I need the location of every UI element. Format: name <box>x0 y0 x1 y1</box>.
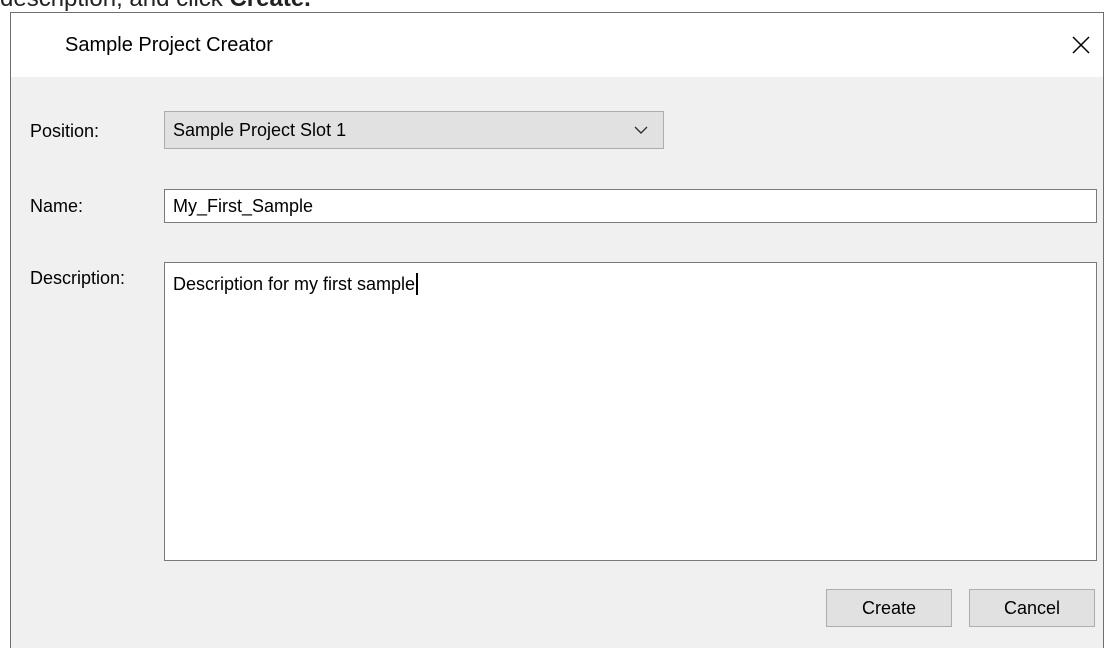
instruction-text: description, and click Create. <box>0 0 311 12</box>
close-button[interactable] <box>1059 13 1103 77</box>
position-select[interactable]: Sample Project Slot 1 <box>164 111 664 149</box>
chevron-down-icon <box>634 126 648 134</box>
position-select-value: Sample Project Slot 1 <box>173 120 347 140</box>
name-field-value: My_First_Sample <box>173 196 314 216</box>
create-button[interactable]: Create <box>826 589 952 627</box>
name-field[interactable]: My_First_Sample <box>164 189 1097 223</box>
description-label: Description: <box>30 268 126 288</box>
close-icon <box>1072 36 1090 54</box>
text-caret <box>416 273 419 295</box>
description-text: Description for my first sample <box>173 274 416 294</box>
dialog-title: Sample Project Creator <box>65 34 273 56</box>
instruction-text-plain: description, and click <box>0 0 229 12</box>
sample-project-creator-dialog: Sample Project Creator Position: Sample … <box>10 12 1104 648</box>
name-label: Name: <box>30 196 84 216</box>
description-field[interactable]: Description for my first sample <box>164 262 1097 561</box>
position-label: Position: <box>30 121 100 141</box>
instruction-text-bold: Create. <box>229 0 310 12</box>
description-field-value: Description for my first sample <box>173 273 419 295</box>
cancel-button[interactable]: Cancel <box>969 589 1095 627</box>
dialog-titlebar: Sample Project Creator <box>11 13 1103 77</box>
